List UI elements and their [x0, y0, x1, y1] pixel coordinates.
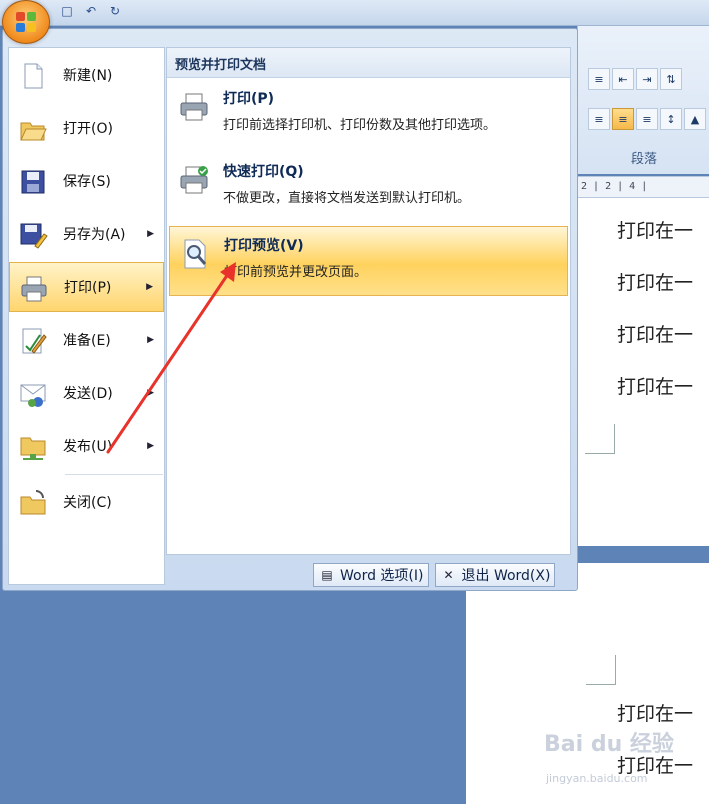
distribute-icon[interactable]: ≡	[636, 108, 658, 130]
align-right-icon[interactable]: ≡	[588, 108, 610, 130]
submenu-item-quick-print[interactable]: 快速打印(Q) 不做更改，直接将文档发送到默认打印机。	[169, 153, 568, 223]
close-icon: ✕	[443, 568, 454, 582]
menu-item-new[interactable]: 新建(N)	[9, 50, 164, 100]
ribbon-group-label: 段落	[630, 152, 657, 167]
submenu-header: 预览并打印文档	[167, 48, 570, 78]
office-menu-footer: ▤ Word 选项(I) ✕ 退出 Word(X)	[313, 563, 556, 587]
printer-icon	[180, 93, 208, 121]
menu-separator	[65, 474, 163, 475]
line-spacing-icon[interactable]: ↕	[660, 108, 682, 130]
title-bar: □ ↶ ↻	[0, 0, 709, 26]
submenu-item-desc: 不做更改，直接将文档发送到默认打印机。	[223, 191, 471, 206]
menu-item-save-as[interactable]: 另存为(A) ▶	[9, 209, 164, 259]
submenu-arrow-icon: ▶	[147, 229, 154, 239]
submenu-arrow-icon: ▶	[147, 441, 154, 451]
justify-icon[interactable]: ≡	[612, 108, 634, 130]
submenu-arrow-icon: ▶	[147, 335, 154, 345]
submenu-item-title: 快速打印(Q)	[223, 164, 304, 180]
menu-item-save[interactable]: 保存(S)	[9, 156, 164, 206]
menu-item-label: 新建(N)	[63, 68, 113, 84]
page-corner-mark	[585, 424, 615, 454]
open-folder-icon	[20, 122, 47, 141]
menu-item-label: 发布(U)	[63, 439, 113, 455]
printer-icon	[21, 276, 47, 302]
publish-icon	[20, 437, 46, 460]
ribbon-row-1: ≡ ⇤ ⇥ ⇅	[578, 68, 682, 90]
menu-item-close[interactable]: 关闭(C)	[9, 477, 164, 527]
save-as-icon	[20, 223, 48, 249]
watermark-url: jingyan.baidu.com	[546, 772, 648, 785]
exit-word-label: 退出 Word(X)	[461, 568, 551, 584]
menu-item-label: 打印(P)	[64, 280, 112, 296]
menu-item-prepare[interactable]: 准备(E) ▶	[9, 315, 164, 365]
word-options-button[interactable]: ▤ Word 选项(I)	[313, 563, 429, 587]
doc-line: 打印在一	[617, 220, 694, 242]
decrease-indent-icon[interactable]: ⇤	[612, 68, 634, 90]
redo-icon[interactable]: ↻	[106, 2, 124, 20]
document-page-1[interactable]: 打印在一 打印在一 打印在一 打印在一	[577, 198, 709, 546]
send-icon	[20, 384, 46, 407]
doc-line: 打印在一	[617, 272, 694, 294]
submenu-arrow-icon: ▶	[147, 388, 154, 398]
quick-access-toolbar: □ ↶ ↻	[58, 2, 124, 20]
menu-item-publish[interactable]: 发布(U) ▶	[9, 421, 164, 471]
word-options-label: Word 选项(I)	[340, 568, 424, 584]
submenu-item-title: 打印(P)	[223, 91, 275, 107]
menu-item-label: 打开(O)	[63, 121, 113, 137]
watermark-logo: Bai du 经验	[544, 732, 674, 757]
menu-item-label: 关闭(C)	[63, 495, 112, 511]
close-folder-icon	[20, 490, 46, 515]
horizontal-ruler[interactable]: 2 | 2 | 4 |	[577, 176, 709, 198]
page-corner-mark	[586, 655, 616, 685]
exit-word-button[interactable]: ✕ 退出 Word(X)	[434, 563, 556, 587]
submenu-item-print-preview[interactable]: 打印预览(V) 打印前预览并更改页面。	[169, 226, 568, 296]
submenu-arrow-icon: ▶	[146, 282, 153, 292]
ribbon-paragraph-group: ≡ ⇤ ⇥ ⇅ ≡ ≡ ≡ ↕ ▲ 段落	[577, 26, 709, 174]
increase-indent-icon[interactable]: ⇥	[636, 68, 658, 90]
print-preview-icon	[184, 239, 207, 269]
menu-item-label: 另存为(A)	[63, 227, 126, 243]
shading-icon[interactable]: ▲	[684, 108, 706, 130]
ribbon-row-2: ≡ ≡ ≡ ↕ ▲	[578, 108, 706, 130]
new-doc-icon	[24, 63, 43, 89]
quick-print-icon	[180, 166, 208, 194]
menu-item-send[interactable]: 发送(D) ▶	[9, 368, 164, 418]
options-icon: ▤	[321, 568, 333, 582]
menu-item-label: 保存(S)	[63, 174, 111, 190]
doc-line: 打印在一	[617, 324, 694, 346]
list-icon[interactable]: ≡	[588, 68, 610, 90]
document-page-2[interactable]: 打印在一 打印在一	[466, 563, 709, 804]
submenu-item-desc: 打印前预览并更改页面。	[224, 265, 368, 280]
save-icon[interactable]: □	[58, 2, 76, 20]
submenu-item-desc: 打印前选择打印机、打印份数及其他打印选项。	[223, 118, 497, 133]
menu-item-label: 发送(D)	[63, 386, 113, 402]
doc-line: 打印在一	[617, 703, 694, 725]
office-menu: 新建(N) 打开(O) 保存(S) 另存为(A) ▶ 打印(P) ▶ 准备(E)…	[2, 28, 578, 591]
office-logo-icon	[16, 12, 36, 32]
doc-line: 打印在一	[617, 376, 694, 398]
submenu-item-print[interactable]: 打印(P) 打印前选择打印机、打印份数及其他打印选项。	[169, 80, 568, 150]
office-menu-commands: 新建(N) 打开(O) 保存(S) 另存为(A) ▶ 打印(P) ▶ 准备(E)…	[8, 47, 165, 585]
prepare-icon	[22, 328, 47, 354]
menu-item-print[interactable]: 打印(P) ▶	[9, 262, 164, 312]
office-button[interactable]	[2, 0, 50, 44]
save-icon	[21, 170, 45, 194]
sort-icon[interactable]: ⇅	[660, 68, 682, 90]
submenu-item-title: 打印预览(V)	[224, 238, 304, 254]
undo-icon[interactable]: ↶	[82, 2, 100, 20]
print-submenu: 预览并打印文档 打印(P) 打印前选择打印机、打印份数及其他打印选项。 快速打印…	[166, 47, 571, 555]
menu-item-open[interactable]: 打开(O)	[9, 103, 164, 153]
menu-item-label: 准备(E)	[63, 333, 111, 349]
